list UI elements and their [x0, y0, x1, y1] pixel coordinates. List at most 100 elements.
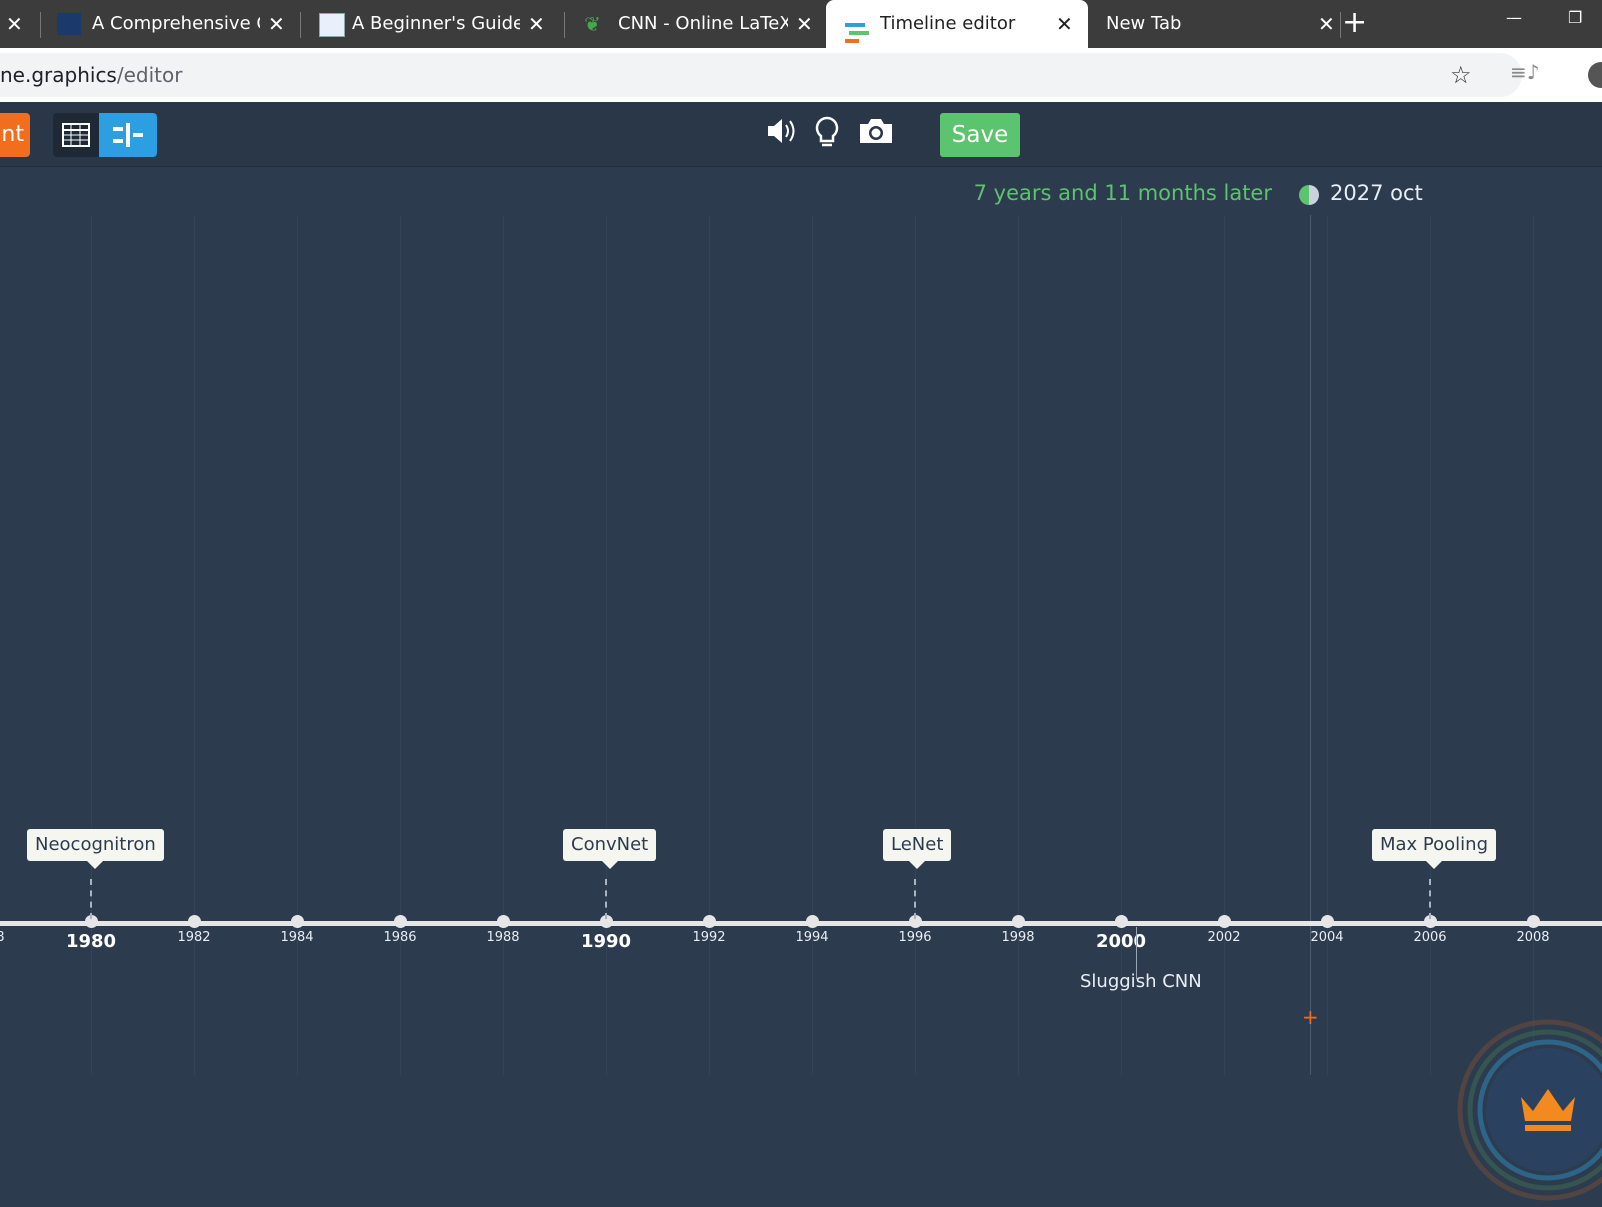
new-tab-plus-icon[interactable]: +: [1342, 0, 1367, 48]
event-connector: [914, 879, 916, 919]
speaker-icon: [768, 119, 795, 143]
url-input[interactable]: ne.graphics/editor ☆: [0, 53, 1522, 97]
grid-line: [503, 215, 504, 1075]
restore-icon[interactable]: ❐: [1568, 0, 1582, 40]
address-bar: ne.graphics/editor ☆: [0, 48, 1602, 102]
year-label: 1996: [898, 930, 932, 945]
sound-toggle-button[interactable]: [766, 116, 806, 156]
timeline-favicon: [845, 14, 869, 43]
add-point-icon[interactable]: +: [1302, 1005, 1319, 1029]
year-label: 1982: [177, 930, 211, 945]
crown-icon: [1457, 1019, 1602, 1201]
year-tick[interactable]: [291, 915, 304, 928]
grid-line: [1327, 215, 1328, 1075]
tab-title: A Beginner's Guide T: [352, 13, 520, 34]
event-connector: [90, 879, 92, 919]
year-tick[interactable]: [806, 915, 819, 928]
grid-line: [1018, 215, 1019, 1075]
tab-title: Timeline editor: [880, 13, 1016, 34]
add-event-button[interactable]: nt: [0, 113, 30, 157]
tab-cnn-latex[interactable]: ❦ CNN - Online LaTeX E ✕: [568, 0, 824, 48]
year-label: 1986: [383, 930, 417, 945]
year-label: 2006: [1413, 930, 1447, 945]
relative-time-label: 7 years and 11 months later: [973, 181, 1272, 205]
year-tick[interactable]: [1218, 915, 1231, 928]
close-icon[interactable]: ✕: [6, 0, 23, 48]
year-label: 2008: [1516, 930, 1550, 945]
premium-badge[interactable]: [1455, 1017, 1602, 1203]
year-label: 2002: [1207, 930, 1241, 945]
screenshot-button[interactable]: [858, 116, 898, 156]
timeline-view-icon: [113, 123, 143, 147]
year-label: 1994: [795, 930, 829, 945]
minimize-icon[interactable]: —: [1506, 0, 1522, 40]
close-icon[interactable]: ✕: [796, 0, 813, 48]
tab-beginners-guide[interactable]: A Beginner's Guide T ✕: [304, 0, 556, 48]
table-view-button[interactable]: [53, 113, 99, 157]
media-control-icon[interactable]: ≡♪: [1510, 60, 1540, 84]
grid-line: [1430, 215, 1431, 1075]
year-tick[interactable]: [1527, 915, 1540, 928]
event-label-neocognitron[interactable]: Neocognitron: [27, 829, 164, 869]
year-label: 1988: [486, 930, 520, 945]
close-icon[interactable]: ✕: [1056, 0, 1073, 48]
camera-icon: [860, 119, 892, 143]
editor-toolbar: nt Save: [0, 102, 1602, 167]
current-date-label: 2027 oct: [1330, 181, 1423, 205]
table-view-icon: [62, 123, 90, 147]
event-label-convnet[interactable]: ConvNet: [563, 829, 657, 869]
time-cursor-line: [1310, 215, 1311, 1075]
timeline-canvas[interactable]: 7 years and 11 months later 2027 oct 197…: [0, 167, 1602, 1201]
overleaf-leaf-icon: ❦: [584, 12, 601, 36]
timeline-axis: [0, 921, 1602, 926]
tab-title: New Tab: [1106, 13, 1182, 34]
bookmark-star-icon[interactable]: ☆: [1450, 53, 1472, 97]
tab-title: A Comprehensive Gu: [92, 13, 260, 34]
url-text: ne.graphics/editor: [0, 63, 183, 87]
tab-prev[interactable]: ✕: [0, 0, 40, 48]
grid-line: [1224, 215, 1225, 1075]
event-label-sluggish-cnn[interactable]: Sluggish CNN: [1080, 971, 1202, 992]
timeline-view-button[interactable]: [99, 113, 157, 157]
year-label: 1992: [692, 930, 726, 945]
event-label-lenet[interactable]: LeNet: [883, 829, 952, 869]
year-label: 2000: [1095, 931, 1147, 952]
image-favicon: [319, 13, 345, 37]
year-tick[interactable]: [703, 915, 716, 928]
grid-line: [1533, 215, 1534, 1075]
tab-comprehensive-guide[interactable]: A Comprehensive Gu ✕: [44, 0, 296, 48]
grid-line: [915, 215, 916, 1075]
doc-favicon: [57, 13, 81, 35]
year-label: 1980: [65, 931, 117, 952]
grid-line: [709, 215, 710, 1075]
grid-line: [400, 215, 401, 1075]
year-tick[interactable]: [394, 915, 407, 928]
event-connector: [1429, 879, 1431, 919]
close-icon[interactable]: ✕: [1318, 0, 1335, 48]
year-label: 1978: [0, 930, 5, 945]
tab-timeline-editor[interactable]: Timeline editor ✕: [826, 0, 1088, 48]
event-connector: [605, 879, 607, 919]
year-tick[interactable]: [1115, 915, 1128, 928]
year-tick[interactable]: [497, 915, 510, 928]
tab-new-tab[interactable]: New Tab ✕: [1090, 0, 1340, 48]
time-cursor-dot-icon: [1299, 185, 1319, 205]
year-label: 1984: [280, 930, 314, 945]
event-label-max-pooling[interactable]: Max Pooling: [1372, 829, 1497, 869]
grid-line: [297, 215, 298, 1075]
grid-line: [194, 215, 195, 1075]
grid-line: [812, 215, 813, 1075]
save-button[interactable]: Save: [940, 113, 1020, 157]
year-tick[interactable]: [1012, 915, 1025, 928]
year-label: 2004: [1310, 930, 1344, 945]
year-label: 1990: [580, 931, 632, 952]
year-tick[interactable]: [1321, 915, 1334, 928]
lightbulb-icon: [815, 116, 839, 147]
year-tick[interactable]: [188, 915, 201, 928]
close-icon[interactable]: ✕: [528, 0, 545, 48]
browser-tab-bar: ✕ A Comprehensive Gu ✕ A Beginner's Guid…: [0, 0, 1602, 48]
tab-title: CNN - Online LaTeX E: [618, 13, 788, 34]
year-label: 1998: [1001, 930, 1035, 945]
hints-button[interactable]: [814, 116, 854, 156]
close-icon[interactable]: ✕: [268, 0, 285, 48]
